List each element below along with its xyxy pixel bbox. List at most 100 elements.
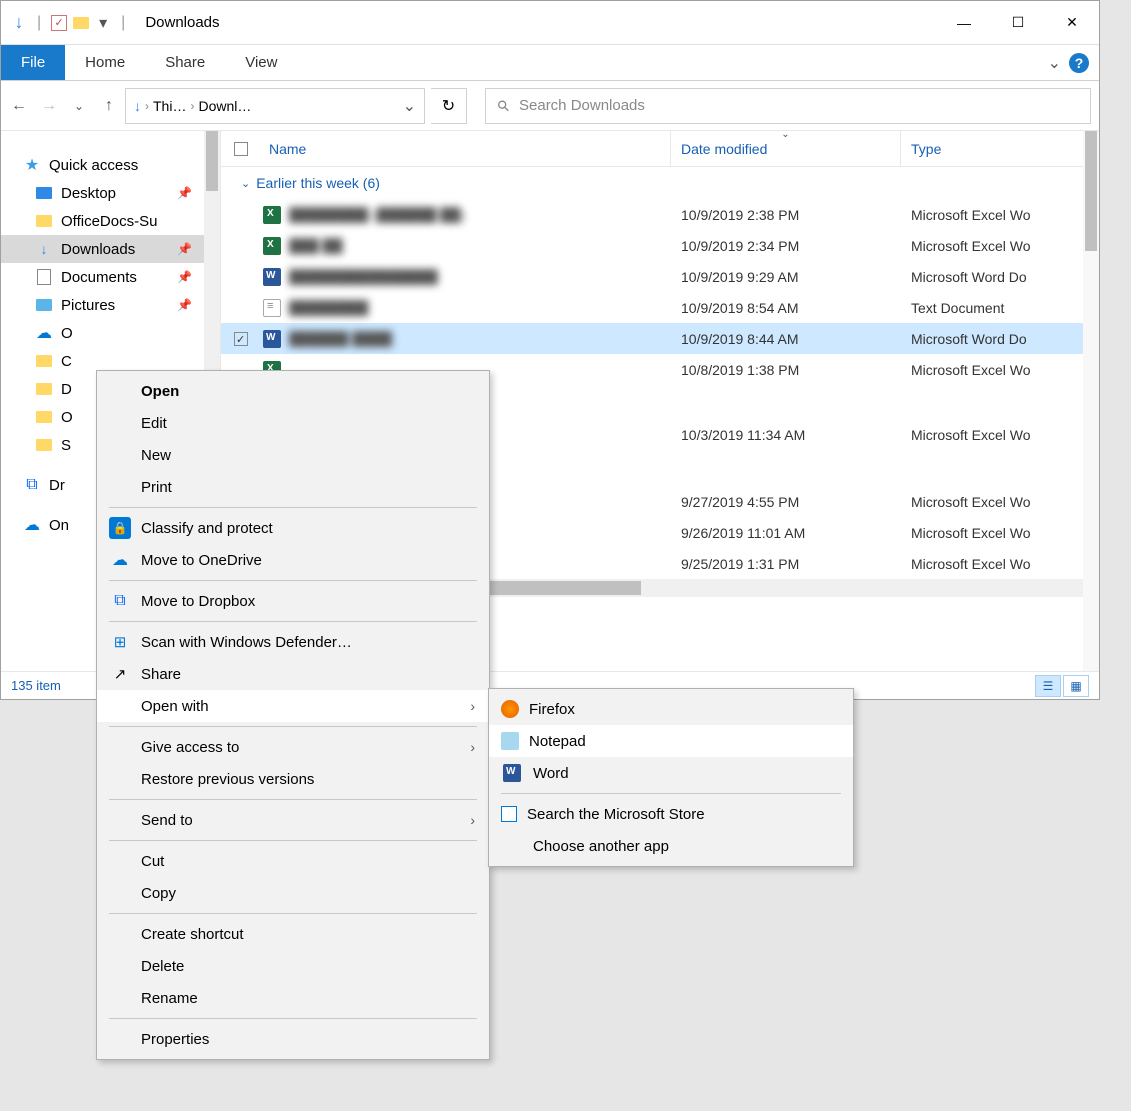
ctx-scan[interactable]: ⊞Scan with Windows Defender… <box>97 626 489 658</box>
tab-share[interactable]: Share <box>145 45 225 80</box>
excel-icon <box>263 237 281 255</box>
maximize-button[interactable]: ☐ <box>991 3 1045 43</box>
separator <box>109 799 477 800</box>
ctx-open-with[interactable]: Open with› <box>97 690 489 722</box>
ctx-open[interactable]: Open <box>97 375 489 407</box>
ribbon-expand-icon[interactable]: ⌄ <box>1048 53 1061 73</box>
ctx-move-dropbox[interactable]: ⧉Move to Dropbox <box>97 585 489 617</box>
tab-home[interactable]: Home <box>65 45 145 80</box>
thumbnails-view-button[interactable]: ▦ <box>1063 675 1089 697</box>
separator <box>109 913 477 914</box>
ctx-cut[interactable]: Cut <box>97 845 489 877</box>
ctx-rename[interactable]: Rename <box>97 982 489 1014</box>
ctx-give-access[interactable]: Give access to› <box>97 731 489 763</box>
sort-indicator-icon: ⌄ <box>781 129 789 140</box>
file-row[interactable]: ██████ ████ 10/9/2019 8:44 AM Microsoft … <box>221 323 1099 354</box>
file-date: 9/27/2019 4:55 PM <box>671 494 901 510</box>
share-icon: ↗ <box>109 663 131 685</box>
select-icon[interactable]: ✓ <box>51 15 67 31</box>
ctx-create-shortcut[interactable]: Create shortcut <box>97 918 489 950</box>
group-header[interactable]: ⌄ Earlier this week (6) <box>221 167 1099 199</box>
file-row[interactable]: ████████ 10/9/2019 8:54 AM Text Document <box>221 292 1099 323</box>
up-button[interactable]: ↑ <box>99 96 119 116</box>
details-view-button[interactable]: ☰ <box>1035 675 1061 697</box>
download-arrow-icon: ↓ <box>35 240 53 258</box>
nav-pictures[interactable]: Pictures 📌 <box>1 291 220 319</box>
file-type: Microsoft Excel Wo <box>901 525 1099 541</box>
document-icon <box>37 269 51 285</box>
file-type: Text Document <box>901 300 1099 316</box>
nav-label: Pictures <box>61 297 115 314</box>
column-headers: Name ⌄Date modified Type <box>221 131 1099 167</box>
ctx-copy[interactable]: Copy <box>97 877 489 909</box>
ctx-properties[interactable]: Properties <box>97 1023 489 1055</box>
sub-choose[interactable]: Choose another app <box>489 830 853 862</box>
separator <box>109 621 477 622</box>
sub-notepad[interactable]: Notepad <box>489 725 853 757</box>
file-type: Microsoft Word Do <box>901 331 1099 347</box>
sub-store[interactable]: Search the Microsoft Store <box>489 798 853 830</box>
separator: | <box>37 14 41 32</box>
tab-view[interactable]: View <box>225 45 297 80</box>
back-button[interactable]: ← <box>9 96 29 116</box>
separator: | <box>121 14 125 32</box>
file-date: 10/9/2019 8:44 AM <box>671 331 901 347</box>
minimize-button[interactable]: — <box>937 3 991 43</box>
dropbox-icon: ⧉ <box>23 476 41 494</box>
tab-file[interactable]: File <box>1 45 65 80</box>
column-name[interactable]: Name <box>261 131 671 166</box>
notepad-icon <box>501 732 519 750</box>
forward-button[interactable]: → <box>39 96 59 116</box>
nav-downloads[interactable]: ↓ Downloads 📌 <box>1 235 220 263</box>
ctx-restore[interactable]: Restore previous versions <box>97 763 489 795</box>
column-date[interactable]: ⌄Date modified <box>671 131 901 166</box>
nav-label: Documents <box>61 269 137 286</box>
file-row[interactable]: ████████ (██████ ██) 10/9/2019 2:38 PM M… <box>221 199 1099 230</box>
ctx-share[interactable]: ↗Share <box>97 658 489 690</box>
nav-desktop[interactable]: Desktop 📌 <box>1 179 220 207</box>
file-name: ███ ██ <box>289 238 671 254</box>
chevron-right-icon[interactable]: › <box>190 99 194 113</box>
row-checkbox[interactable] <box>234 332 248 346</box>
history-dropdown-icon[interactable]: ⌄ <box>69 96 89 116</box>
nav-folder[interactable]: ☁O <box>1 319 220 347</box>
vertical-scrollbar[interactable] <box>1083 131 1099 671</box>
ctx-new[interactable]: New <box>97 439 489 471</box>
ctx-edit[interactable]: Edit <box>97 407 489 439</box>
nav-documents[interactable]: Documents 📌 <box>1 263 220 291</box>
download-arrow-icon: ↓ <box>11 15 27 31</box>
firefox-icon <box>501 700 519 718</box>
separator <box>501 793 841 794</box>
refresh-button[interactable]: ↻ <box>431 88 467 124</box>
separator <box>109 580 477 581</box>
separator <box>109 1018 477 1019</box>
separator <box>109 840 477 841</box>
column-type[interactable]: Type <box>901 131 1099 166</box>
breadcrumb-segment[interactable]: Thi… <box>153 98 186 114</box>
file-date: 10/9/2019 8:54 AM <box>671 300 901 316</box>
address-dropdown-icon[interactable]: ⌄ <box>403 96 416 116</box>
help-icon[interactable]: ? <box>1069 53 1089 73</box>
close-button[interactable]: ✕ <box>1045 3 1099 43</box>
file-row[interactable]: ███████████████ 10/9/2019 9:29 AM Micros… <box>221 261 1099 292</box>
ctx-send-to[interactable]: Send to› <box>97 804 489 836</box>
sub-firefox[interactable]: Firefox <box>489 693 853 725</box>
chevron-right-icon[interactable]: › <box>145 99 149 113</box>
excel-icon <box>263 206 281 224</box>
nav-officedocs[interactable]: OfficeDocs-Su <box>1 207 220 235</box>
ctx-move-onedrive[interactable]: ☁Move to OneDrive <box>97 544 489 576</box>
ctx-delete[interactable]: Delete <box>97 950 489 982</box>
select-all-checkbox[interactable] <box>234 142 248 156</box>
file-row[interactable]: ███ ██ 10/9/2019 2:34 PM Microsoft Excel… <box>221 230 1099 261</box>
file-name: ████████ <box>289 300 671 316</box>
chevron-right-icon: › <box>470 698 475 714</box>
address-bar[interactable]: ↓ › Thi… › Downl… ⌄ <box>125 88 425 124</box>
sub-word[interactable]: Word <box>489 757 853 789</box>
ctx-print[interactable]: Print <box>97 471 489 503</box>
search-input[interactable]: ⚲ Search Downloads <box>485 88 1091 124</box>
qat-dropdown-icon[interactable]: ▾ <box>95 15 111 31</box>
nav-quick-access[interactable]: ★ Quick access <box>1 151 220 179</box>
breadcrumb-segment[interactable]: Downl… <box>198 98 251 114</box>
ctx-classify[interactable]: 🔒Classify and protect <box>97 512 489 544</box>
folder-icon <box>36 439 52 451</box>
